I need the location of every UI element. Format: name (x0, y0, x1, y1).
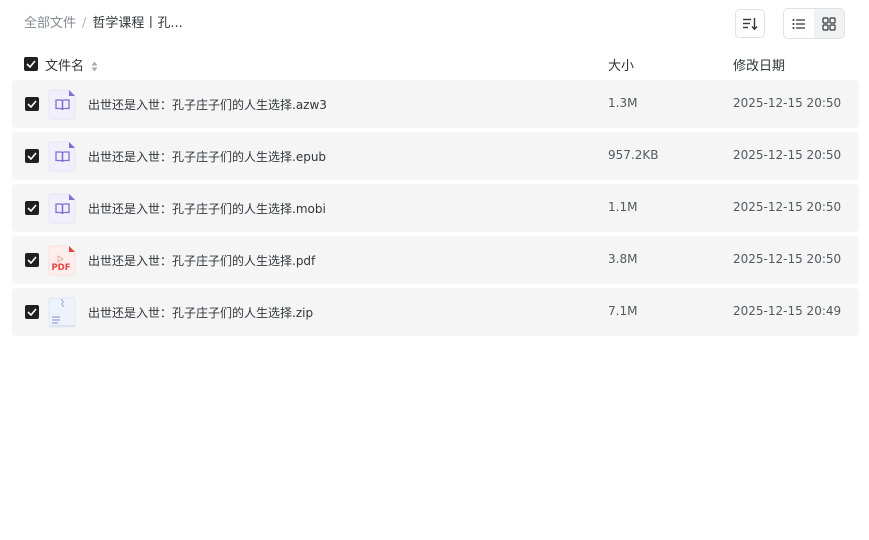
checkmark-icon (26, 60, 36, 68)
file-name[interactable]: 出世还是入世：孔子庄子们的人生选择.azw3 (88, 96, 327, 113)
file-row[interactable]: 出世还是入世：孔子庄子们的人生选择.azw3 1.3M 2025-12-15 2… (12, 80, 859, 128)
file-name[interactable]: 出世还是入世：孔子庄子们的人生选择.mobi (88, 200, 326, 217)
breadcrumb: 全部文件 / 哲学课程丨孔... (24, 15, 183, 33)
file-name[interactable]: 出世还是入世：孔子庄子们的人生选择.pdf (88, 252, 315, 269)
file-size: 3.8M (608, 252, 638, 266)
checkmark-icon (27, 256, 37, 264)
checkmark-icon (27, 152, 37, 160)
sort-lines-icon (743, 17, 758, 30)
ebook-icon (48, 89, 76, 120)
file-modified-date: 2025-12-15 20:49 (733, 304, 842, 318)
file-size: 1.3M (608, 96, 638, 110)
ebook-icon (48, 141, 76, 172)
column-header-name[interactable]: 文件名 (45, 55, 98, 74)
file-table-header: 文件名 大小 修改日期 (12, 52, 859, 76)
file-modified-date: 2025-12-15 20:50 (733, 200, 842, 214)
file-name[interactable]: 出世还是入世：孔子庄子们的人生选择.zip (88, 304, 313, 321)
column-header-date[interactable]: 修改日期 (733, 55, 785, 74)
checkmark-icon (27, 204, 37, 212)
breadcrumb-separator: / (82, 16, 87, 31)
sort-arrows-icon (91, 61, 98, 72)
file-row[interactable]: PDF 出世还是入世：孔子庄子们的人生选择.pdf 3.8M 2025-12-1… (12, 236, 859, 284)
select-all-checkbox[interactable] (24, 57, 38, 71)
list-view-button[interactable] (784, 9, 814, 38)
checkmark-icon (27, 100, 37, 108)
row-checkbox[interactable] (25, 305, 39, 319)
file-modified-date: 2025-12-15 20:50 (733, 96, 842, 110)
view-mode-toggle (783, 8, 845, 39)
top-bar: 全部文件 / 哲学课程丨孔... (0, 0, 869, 48)
file-list: 出世还是入世：孔子庄子们的人生选择.azw3 1.3M 2025-12-15 2… (12, 80, 859, 340)
breadcrumb-current-folder: 哲学课程丨孔... (92, 16, 183, 31)
list-view-icon (792, 18, 805, 29)
file-size: 7.1M (608, 304, 638, 318)
file-size: 957.2KB (608, 148, 659, 162)
pdf-icon-label: PDF (51, 263, 70, 273)
file-row[interactable]: 出世还是入世：孔子庄子们的人生选择.zip 7.1M 2025-12-15 20… (12, 288, 859, 336)
zip-icon (48, 297, 76, 328)
row-checkbox[interactable] (25, 253, 39, 267)
column-header-size[interactable]: 大小 (608, 55, 634, 74)
pdf-icon: PDF (48, 245, 76, 276)
grid-view-button[interactable] (814, 9, 844, 38)
ebook-icon (48, 193, 76, 224)
row-checkbox[interactable] (25, 201, 39, 215)
file-row[interactable]: 出世还是入世：孔子庄子们的人生选择.mobi 1.1M 2025-12-15 2… (12, 184, 859, 232)
column-header-name-label: 文件名 (45, 59, 85, 74)
checkmark-icon (27, 308, 37, 316)
grid-view-icon (822, 16, 836, 31)
file-name[interactable]: 出世还是入世：孔子庄子们的人生选择.epub (88, 148, 326, 165)
file-row[interactable]: 出世还是入世：孔子庄子们的人生选择.epub 957.2KB 2025-12-1… (12, 132, 859, 180)
sort-button[interactable] (735, 9, 765, 38)
file-size: 1.1M (608, 200, 638, 214)
row-checkbox[interactable] (25, 97, 39, 111)
row-checkbox[interactable] (25, 149, 39, 163)
file-modified-date: 2025-12-15 20:50 (733, 252, 842, 266)
file-modified-date: 2025-12-15 20:50 (733, 148, 842, 162)
breadcrumb-root-link[interactable]: 全部文件 (24, 16, 76, 31)
